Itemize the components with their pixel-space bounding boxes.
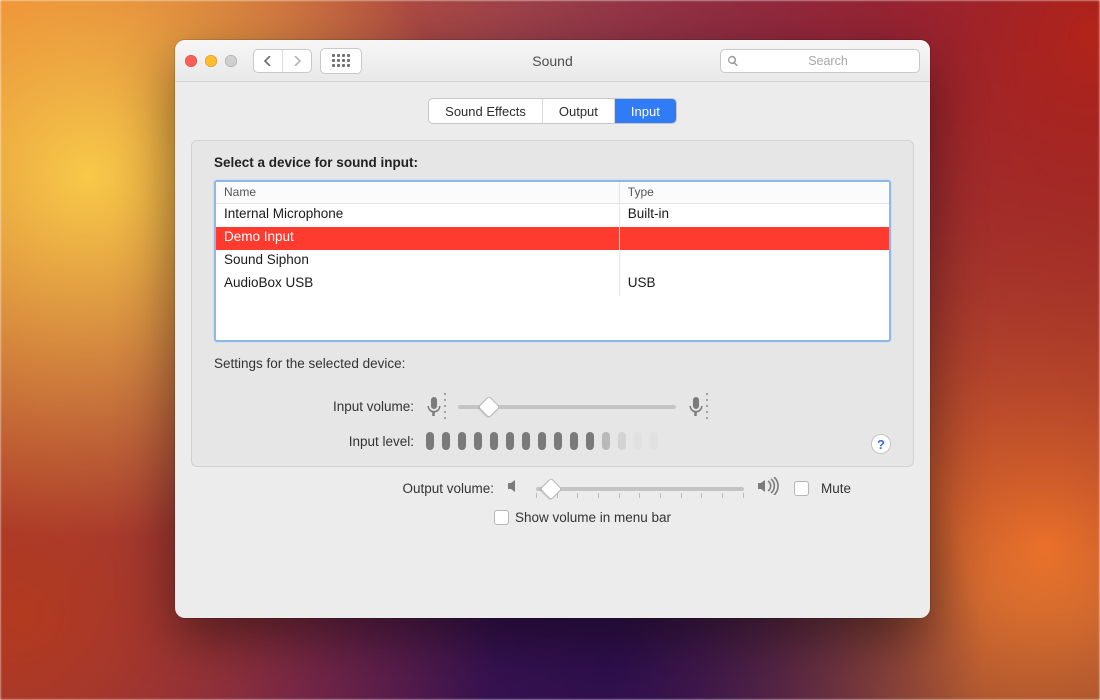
- device-settings-heading: Settings for the selected device:: [214, 356, 891, 371]
- mic-high-icon: [688, 393, 708, 420]
- help-button[interactable]: ?: [871, 434, 891, 454]
- mic-low-icon: [426, 393, 446, 420]
- window-zoom-button[interactable]: [225, 55, 237, 67]
- device-name: AudioBox USB: [216, 273, 620, 296]
- search-field-wrap[interactable]: [720, 49, 920, 73]
- chevron-left-icon: [263, 56, 273, 66]
- show-in-menubar-label: Show volume in menu bar: [515, 510, 671, 525]
- tab-sound-effects[interactable]: Sound Effects: [429, 99, 542, 123]
- device-name: Demo Input: [216, 227, 620, 250]
- sound-tabbar: Sound Effects Output Input: [428, 98, 677, 124]
- device-type: Built-in: [620, 204, 889, 227]
- device-rows: Internal MicrophoneBuilt-inDemo InputSou…: [216, 204, 889, 340]
- nav-back-button[interactable]: [254, 50, 282, 72]
- input-level-meter: [426, 432, 658, 450]
- input-device-table: Name Type Internal MicrophoneBuilt-inDem…: [214, 180, 891, 342]
- output-volume-label: Output volume:: [254, 481, 494, 496]
- titlebar: Sound: [175, 40, 930, 82]
- column-header-type[interactable]: Type: [620, 182, 889, 203]
- device-row[interactable]: Sound Siphon: [216, 250, 889, 273]
- show-all-prefs-button[interactable]: [320, 48, 362, 74]
- window-close-button[interactable]: [185, 55, 197, 67]
- output-volume-slider[interactable]: [536, 479, 744, 499]
- window-minimize-button[interactable]: [205, 55, 217, 67]
- device-name: Sound Siphon: [216, 250, 620, 273]
- show-in-menubar-row: Show volume in menu bar: [494, 510, 671, 525]
- input-volume-label: Input volume:: [214, 399, 414, 414]
- traffic-lights: [185, 55, 237, 67]
- device-row[interactable]: AudioBox USBUSB: [216, 273, 889, 296]
- device-type: [620, 250, 889, 273]
- nav-forward-button[interactable]: [282, 50, 311, 72]
- input-device-heading: Select a device for sound input:: [214, 155, 891, 170]
- device-table-header: Name Type: [216, 182, 889, 204]
- show-in-menubar-checkbox[interactable]: [494, 510, 509, 525]
- window-body: Sound Effects Output Input Select a devi…: [175, 82, 930, 618]
- device-row[interactable]: Internal MicrophoneBuilt-in: [216, 204, 889, 227]
- input-panel: Select a device for sound input: Name Ty…: [191, 140, 914, 467]
- input-level-row: Input level:: [214, 432, 891, 450]
- column-header-name[interactable]: Name: [216, 182, 620, 203]
- input-level-label: Input level:: [214, 434, 414, 449]
- mute-label: Mute: [821, 481, 851, 496]
- speaker-low-icon: [506, 477, 524, 500]
- tab-input[interactable]: Input: [614, 99, 676, 123]
- device-type: USB: [620, 273, 889, 296]
- sound-preferences-window: Sound Sound Effects Output Input Select …: [175, 40, 930, 618]
- mute-checkbox[interactable]: [794, 481, 809, 496]
- search-icon: [727, 55, 739, 67]
- speaker-high-icon: [756, 477, 782, 500]
- device-name: Internal Microphone: [216, 204, 620, 227]
- footer: Output volume: Mute Show volume in menu …: [191, 477, 914, 525]
- device-row[interactable]: Demo Input: [216, 227, 889, 250]
- tab-output[interactable]: Output: [542, 99, 614, 123]
- grid-icon: [332, 54, 350, 67]
- search-input[interactable]: [743, 54, 913, 68]
- input-volume-slider[interactable]: [458, 397, 676, 417]
- nav-back-forward: [253, 49, 312, 73]
- chevron-right-icon: [292, 56, 302, 66]
- output-volume-row: Output volume: Mute: [254, 477, 851, 500]
- device-settings: Settings for the selected device: Input …: [214, 356, 891, 450]
- input-volume-row: Input volume:: [214, 393, 891, 420]
- device-type: [620, 227, 889, 250]
